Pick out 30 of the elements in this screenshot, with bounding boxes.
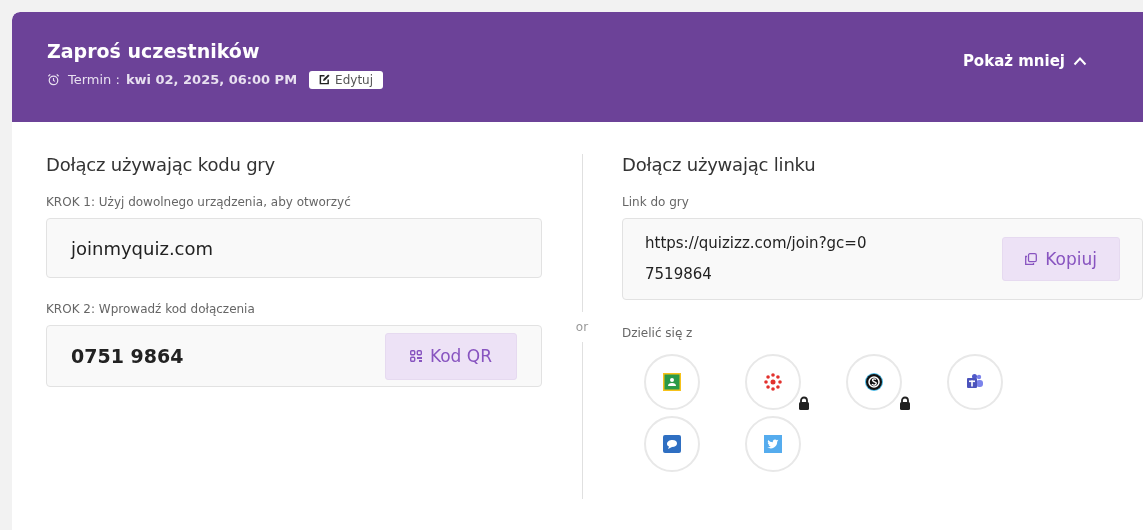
url-field: joinmyquiz.com (46, 218, 542, 278)
board-icon (662, 372, 682, 392)
share-label: Dzielić się z (622, 326, 694, 340)
deadline-label: Termin : (68, 72, 120, 87)
edit-button[interactable]: Edytuj (309, 70, 384, 89)
share-button[interactable] (947, 354, 1003, 410)
step-label: KROK 1: Użyj dowolnego urządzenia, aby otworzyć (46, 195, 352, 209)
copy-icon (1025, 253, 1038, 265)
show-less-button[interactable]: Pokaż mniej (956, 51, 1093, 71)
lock-icon (798, 396, 810, 410)
chevron-icon (1073, 56, 1087, 66)
pencil-icon (319, 74, 331, 85)
copy-button[interactable]: Kopiuj (1002, 237, 1120, 281)
dialog-title: Zaproś uczestników (47, 39, 261, 62)
qr-icon (409, 350, 422, 362)
qr-code-button[interactable]: Kod QR (384, 332, 517, 380)
section-heading: Dołącz używając kodu gry (46, 154, 277, 175)
or-separator: or (575, 319, 589, 334)
chat-bubble-icon (662, 434, 682, 454)
share-button[interactable] (846, 354, 902, 410)
step-label: KROK 2: Wprowadź kod dołączenia (46, 302, 256, 316)
lock-icon (899, 396, 911, 410)
letter-circle-icon (864, 372, 884, 392)
game-code: 0751 9864 (71, 345, 184, 367)
deadline-value: kwi 02, 2025, 06:00 PM (125, 72, 298, 87)
dotted-ring-icon (763, 372, 783, 392)
alarm-clock-icon (47, 73, 60, 86)
section-heading: Dołącz używając linku (622, 154, 817, 175)
link-label: Link do gry (622, 195, 690, 209)
bird-icon (763, 434, 783, 454)
